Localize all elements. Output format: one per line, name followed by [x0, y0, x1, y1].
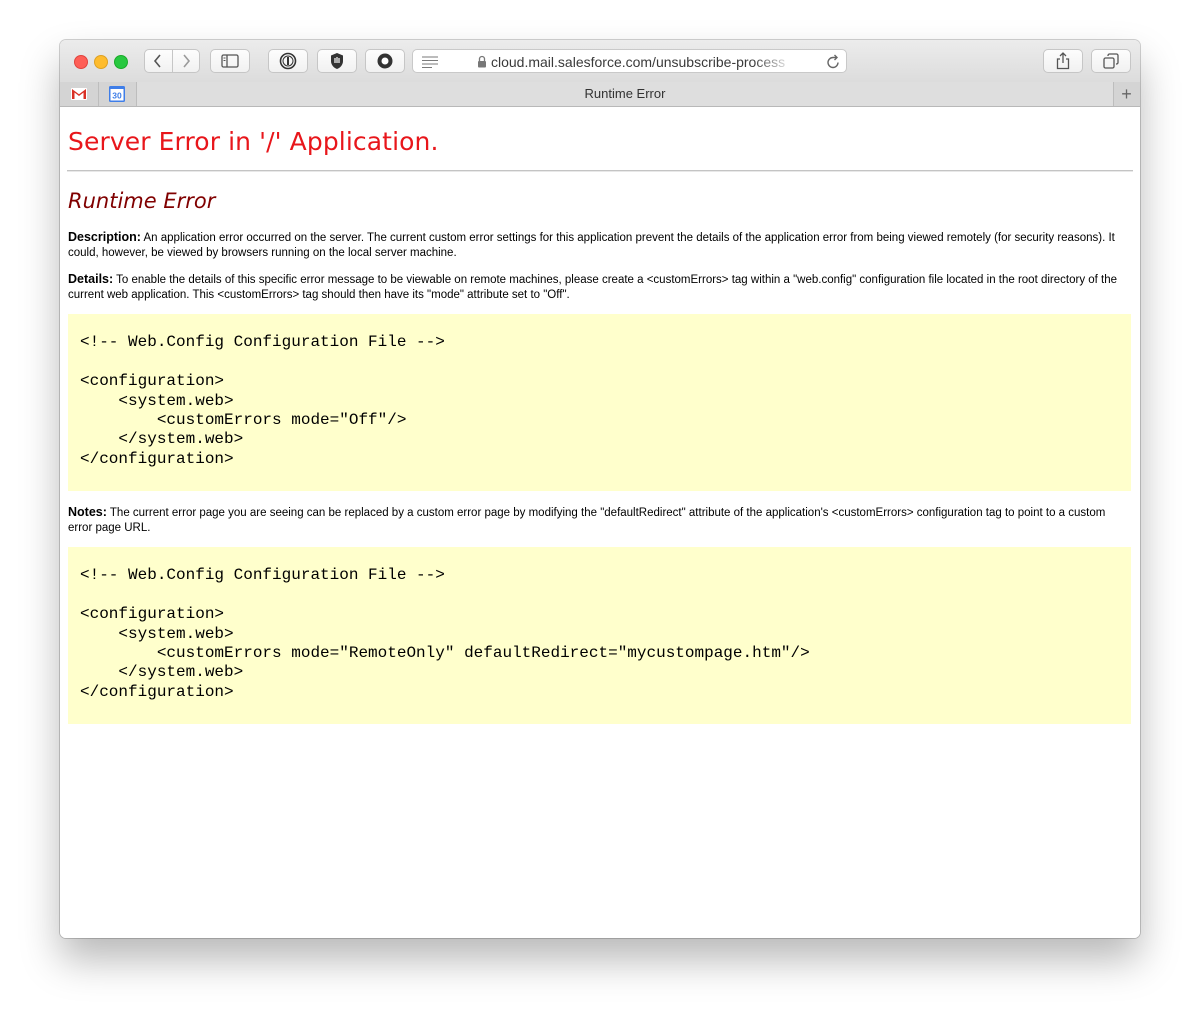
tab-runtime-error[interactable]: Runtime Error	[136, 82, 1114, 106]
sidebar-icon	[221, 54, 239, 68]
description-label: Description:	[68, 230, 141, 244]
reader-mode-icon[interactable]	[422, 56, 438, 68]
new-tab-button[interactable]: +	[1113, 82, 1140, 106]
description-paragraph: Description: An application error occurr…	[68, 230, 1128, 260]
browser-toolbar: cloud.mail.salesforce.com/unsubscribe-pr…	[60, 40, 1140, 83]
code-block-remote-only-text: <!-- Web.Config Configuration File --> <…	[80, 566, 810, 701]
description-text: An application error occurred on the ser…	[68, 232, 1115, 259]
ad-blocker-button[interactable]	[317, 49, 357, 73]
onepassword-icon	[279, 52, 297, 70]
chevron-left-icon	[154, 54, 161, 68]
share-icon	[1056, 52, 1070, 70]
url-text[interactable]: cloud.mail.salesforce.com/unsubscribe-pr…	[491, 54, 791, 70]
url-fade	[753, 52, 793, 72]
tab-bar: 30 Runtime Error +	[60, 82, 1140, 107]
close-window-button[interactable]	[74, 55, 88, 69]
calendar-icon: 30	[109, 86, 125, 102]
plus-icon: +	[1121, 83, 1132, 104]
minimize-window-button[interactable]	[94, 55, 108, 69]
code-block-remote-only: <!-- Web.Config Configuration File --> <…	[68, 547, 1131, 724]
hand-stop-icon	[331, 53, 343, 69]
lock-icon	[478, 55, 486, 68]
pinned-tab-gmail[interactable]	[60, 82, 99, 106]
notes-label: Notes:	[68, 505, 107, 519]
pinned-tab-calendar[interactable]: 30	[98, 82, 137, 106]
details-label: Details:	[68, 272, 114, 286]
code-block-off: <!-- Web.Config Configuration File --> <…	[68, 314, 1131, 491]
share-button[interactable]	[1043, 49, 1083, 73]
notes-text: The current error page you are seeing ca…	[68, 507, 1106, 534]
zoom-window-button[interactable]	[114, 55, 128, 69]
notes-paragraph: Notes: The current error page you are se…	[68, 505, 1128, 535]
tab-overview-button[interactable]	[1091, 49, 1131, 73]
divider	[67, 170, 1133, 172]
details-text: To enable the details of this specific e…	[68, 274, 1118, 301]
circle-record-icon	[377, 53, 393, 69]
chevron-right-icon	[183, 54, 190, 68]
back-button[interactable]	[145, 50, 172, 72]
page-content: Server Error in '/' Application. Runtime…	[60, 107, 1140, 938]
password-manager-button[interactable]	[268, 49, 308, 73]
tabs-icon	[1103, 53, 1119, 69]
extension-button[interactable]	[365, 49, 405, 73]
gmail-icon	[71, 88, 87, 100]
reload-icon[interactable]	[826, 54, 840, 69]
page-title: Server Error in '/' Application.	[68, 127, 439, 156]
details-paragraph: Details: To enable the details of this s…	[68, 272, 1128, 302]
svg-text:30: 30	[112, 91, 122, 101]
browser-window: cloud.mail.salesforce.com/unsubscribe-pr…	[60, 40, 1140, 938]
history-nav	[144, 49, 200, 73]
address-bar[interactable]: cloud.mail.salesforce.com/unsubscribe-pr…	[412, 49, 847, 73]
sidebar-button[interactable]	[210, 49, 250, 73]
forward-button[interactable]	[171, 50, 200, 72]
code-block-off-text: <!-- Web.Config Configuration File --> <…	[80, 333, 445, 468]
error-subtitle: Runtime Error	[68, 189, 216, 213]
tab-title: Runtime Error	[584, 86, 666, 101]
